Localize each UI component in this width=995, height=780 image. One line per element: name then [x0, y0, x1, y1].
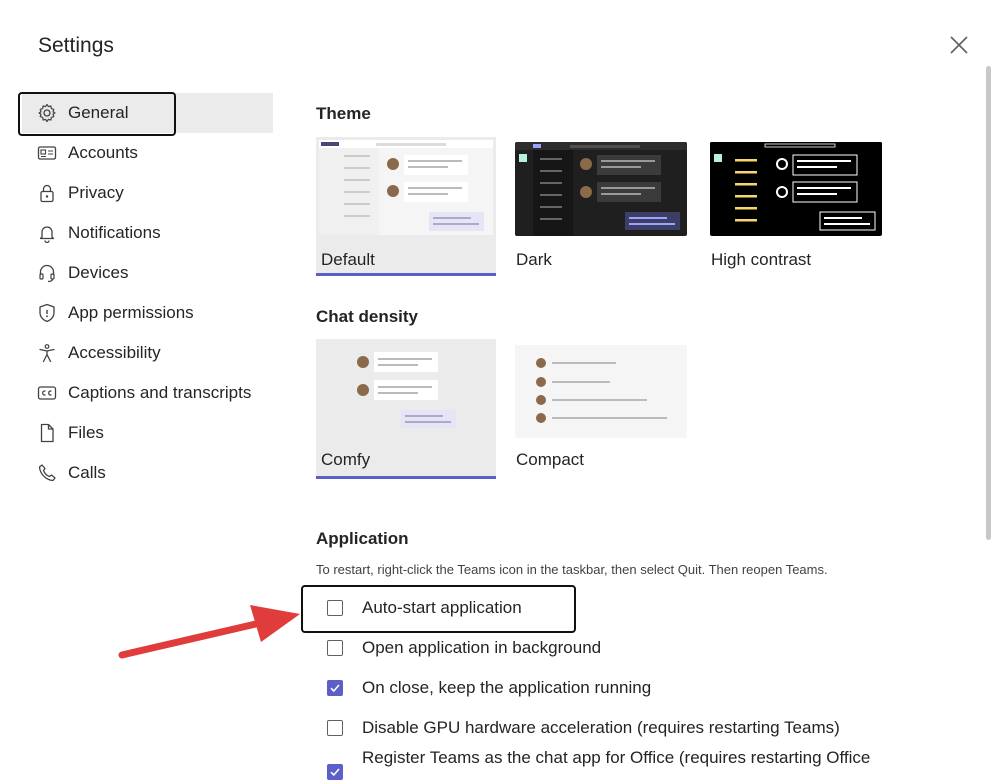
- phone-icon: [36, 462, 58, 484]
- option-label: Auto-start application: [362, 598, 522, 617]
- checkmark-icon: [330, 684, 340, 693]
- density-compact-preview: [515, 345, 687, 438]
- gear-icon: [36, 102, 58, 124]
- open-in-background-checkbox[interactable]: [327, 640, 343, 656]
- page-title: Settings: [38, 34, 114, 57]
- option-auto-start[interactable]: Auto-start application: [327, 596, 522, 620]
- theme-option-high-contrast[interactable]: High contrast: [710, 137, 882, 276]
- disable-gpu-checkbox[interactable]: [327, 720, 343, 736]
- option-register-chat-app[interactable]: Register Teams as the chat app for Offic…: [327, 748, 871, 780]
- auto-start-checkbox[interactable]: [327, 600, 343, 616]
- nav-item-label: Files: [68, 423, 104, 442]
- nav-item-label: App permissions: [68, 303, 194, 322]
- density-label: Compact: [516, 450, 585, 469]
- theme-option-dark[interactable]: Dark: [515, 137, 687, 276]
- close-icon[interactable]: [948, 34, 970, 56]
- density-option-comfy[interactable]: Comfy: [316, 339, 496, 479]
- register-chat-app-checkbox[interactable]: [327, 764, 343, 780]
- bell-icon: [36, 222, 58, 244]
- option-disable-gpu[interactable]: Disable GPU hardware acceleration (requi…: [327, 716, 840, 740]
- file-icon: [36, 422, 58, 444]
- nav-item-label: Accounts: [68, 143, 138, 162]
- density-label: Comfy: [321, 450, 371, 469]
- option-label: Open application in background: [362, 638, 602, 657]
- nav-item-label: Accessibility: [68, 343, 161, 362]
- nav-item-label: General: [68, 103, 129, 122]
- scrollbar[interactable]: [986, 66, 991, 540]
- lock-icon: [36, 182, 58, 204]
- option-label: Disable GPU hardware acceleration (requi…: [362, 718, 840, 737]
- nav-item-label: Captions and transcripts: [68, 383, 252, 402]
- nav-item-label: Calls: [68, 463, 106, 482]
- checkmark-icon: [330, 768, 340, 777]
- nav-item-calls[interactable]: Calls: [22, 453, 273, 493]
- nav-item-label: Devices: [68, 263, 129, 282]
- theme-label: High contrast: [711, 250, 812, 269]
- theme-label: Dark: [516, 250, 552, 269]
- nav-item-label: Notifications: [68, 223, 161, 242]
- density-comfy-preview: [357, 352, 456, 428]
- shield-icon: [36, 302, 58, 324]
- application-title: Application: [316, 529, 409, 548]
- nav-item-accessibility[interactable]: Accessibility: [22, 333, 273, 373]
- accessibility-icon: [36, 342, 58, 364]
- density-option-compact[interactable]: Compact: [515, 339, 687, 479]
- keep-running-checkbox[interactable]: [327, 680, 343, 696]
- option-keep-running-on-close[interactable]: On close, keep the application running: [327, 676, 651, 700]
- nav-item-captions[interactable]: Captions and transcripts: [22, 373, 273, 413]
- option-label: Register Teams as the chat app for Offic…: [362, 748, 871, 767]
- option-label: On close, keep the application running: [362, 678, 652, 697]
- nav-item-privacy[interactable]: Privacy: [22, 173, 273, 213]
- theme-high-contrast-preview: [710, 142, 882, 236]
- theme-dark-preview: [515, 142, 687, 236]
- nav-item-app-permissions[interactable]: App permissions: [22, 293, 273, 333]
- theme-default-preview: [319, 140, 493, 235]
- application-description: To restart, right-click the Teams icon i…: [316, 562, 828, 577]
- theme-option-default[interactable]: Default: [316, 137, 496, 276]
- option-open-in-background[interactable]: Open application in background: [327, 636, 601, 660]
- headset-icon: [36, 262, 58, 284]
- settings-nav: General Accounts Privacy Notifications D…: [22, 93, 273, 493]
- theme-title: Theme: [316, 104, 371, 123]
- id-card-icon: [36, 142, 58, 164]
- nav-item-devices[interactable]: Devices: [22, 253, 273, 293]
- nav-item-label: Privacy: [68, 183, 124, 202]
- chat-density-title: Chat density: [316, 307, 419, 326]
- nav-item-notifications[interactable]: Notifications: [22, 213, 273, 253]
- annotation-arrow-icon: [118, 605, 300, 659]
- cc-icon: [36, 382, 58, 404]
- nav-item-general[interactable]: General: [22, 93, 273, 133]
- theme-label: Default: [321, 250, 375, 269]
- nav-item-files[interactable]: Files: [22, 413, 273, 453]
- nav-item-accounts[interactable]: Accounts: [22, 133, 273, 173]
